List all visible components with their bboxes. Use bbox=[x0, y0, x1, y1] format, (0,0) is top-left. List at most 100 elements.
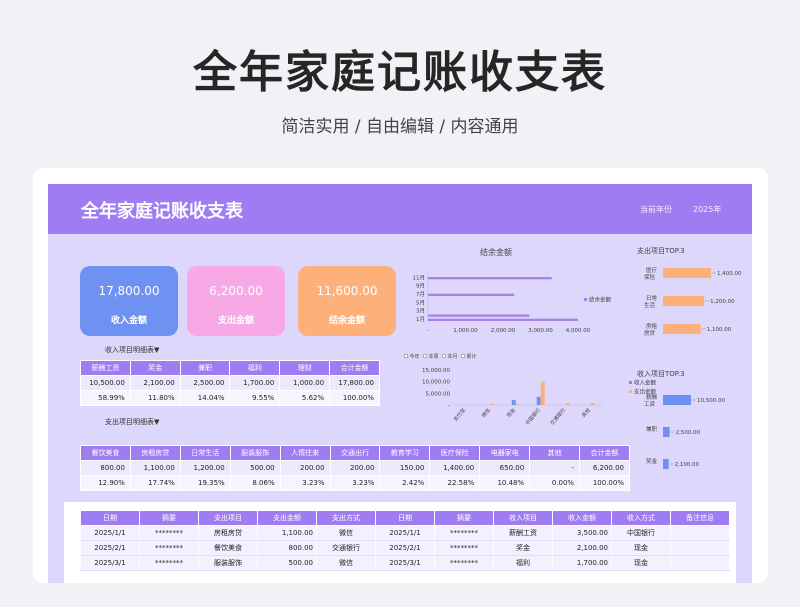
expense-header-cell: 服装服饰 bbox=[229, 445, 281, 461]
period-radio-icon[interactable] bbox=[403, 353, 409, 359]
income-top3-chart: 薪酬工资 10,500.00 兼职 2,500.00 奖金 2,100.00 bbox=[644, 393, 725, 469]
category-label: 支付宝 bbox=[452, 407, 467, 423]
legend-swatch bbox=[629, 381, 632, 384]
expense-ratio-cell: 17.74% bbox=[129, 475, 181, 491]
income-header-cell: 合计金额 bbox=[329, 360, 380, 376]
expense-amount-cell: 150.00 bbox=[379, 460, 431, 476]
expense-header-cell: 电器家电 bbox=[479, 445, 531, 461]
expense-header-cell: 教育学习 bbox=[379, 445, 431, 461]
category-label: 其他 bbox=[580, 407, 592, 419]
expense-header-cell: 医疗保险 bbox=[429, 445, 481, 461]
data-label: 1,100.00 bbox=[707, 327, 732, 333]
expense-amount-cell: 1,400.00 bbox=[429, 460, 481, 476]
ledger-cell: 交通银行 bbox=[316, 540, 376, 556]
ledger-cell bbox=[670, 525, 730, 541]
category-label: 薪酬 bbox=[646, 393, 658, 401]
period-radio-icon[interactable] bbox=[460, 353, 466, 359]
balance-bar bbox=[428, 293, 515, 296]
expense-top3-chart: 医疗保险 1,400.00 日常生活 1,200.00 房租房贷 1,100.00 bbox=[644, 266, 742, 337]
category-label: 房租 bbox=[646, 322, 658, 330]
top3-bar bbox=[663, 324, 701, 334]
income-ratio-row: 58.99% 11.80% 14.04% 9.55% 5.62% 100.00% bbox=[80, 390, 380, 406]
tick-label: 10,000.00 bbox=[422, 380, 450, 386]
expense-top3-title: 支出项目TOP.3 bbox=[637, 247, 685, 255]
ledger-cell bbox=[670, 555, 730, 571]
expense-header-cell: 餐饮美食 bbox=[80, 445, 131, 461]
balance-chart-title: 结余金额 bbox=[480, 248, 512, 257]
ledger-cell: 服装服饰 bbox=[198, 555, 258, 571]
period-radio-label: 累计 bbox=[467, 353, 477, 360]
expense-amount-cell: - bbox=[529, 460, 581, 476]
ledger-cell: 1,700.00 bbox=[552, 555, 612, 571]
category-label: 7月 bbox=[416, 291, 425, 298]
income-top3-title: 收入项目TOP.3 bbox=[637, 370, 685, 378]
expense-bar bbox=[490, 403, 495, 405]
table-row[interactable]: 2025/2/1 ******** 餐饮美食 800.00 交通银行 2025/2/1 **… bbox=[80, 540, 730, 556]
income-detail-dropdown[interactable]: 收入项目明细表▼ bbox=[105, 345, 159, 355]
ledger-cell: 现金 bbox=[611, 555, 671, 571]
ledger-cell: ******** bbox=[139, 540, 199, 556]
expense-amount-row: 800.00 1,100.00 1,200.00 500.00 200.00 200.00… bbox=[80, 460, 630, 476]
income-amount-cell: 2,100.00 bbox=[129, 375, 181, 391]
expense-header-cell: 其他 bbox=[529, 445, 581, 461]
top3-bar bbox=[663, 427, 670, 437]
income-header-cell: 理财 bbox=[279, 360, 331, 376]
sheet-banner: 全年家庭记账收支表 当前年份 2025年 bbox=[48, 184, 752, 234]
ledger-area: 日期 摘要 支出项目 支出金额 支出方式 日期 摘要 收入项目 收入金额 收入方式 备注信息 2025… bbox=[64, 502, 736, 583]
ledger-cell: 2,100.00 bbox=[552, 540, 612, 556]
ledger-cell: 2025/3/1 bbox=[375, 555, 435, 571]
income-header-cell: 兼职 bbox=[179, 360, 231, 376]
ledger-cell: 2025/2/1 bbox=[80, 540, 140, 556]
expense-ratio-cell: 3.23% bbox=[329, 475, 381, 491]
table-row[interactable]: 2025/1/1 ******** 房租房贷 1,100.00 微信 2025/1/1 **… bbox=[80, 525, 730, 541]
period-radio-label: 本周 bbox=[429, 353, 439, 360]
tick-label: 2,000.00 bbox=[491, 328, 516, 334]
income-amount-cell: 17,800.00 bbox=[329, 375, 380, 391]
ledger-cell: 2025/2/1 bbox=[375, 540, 435, 556]
period-radio-icon[interactable] bbox=[441, 353, 447, 359]
income-ratio-cell: 9.55% bbox=[229, 390, 281, 406]
expense-amount-cell: 800.00 bbox=[80, 460, 131, 476]
expense-amount-cell: 200.00 bbox=[329, 460, 381, 476]
year-value[interactable]: 2025年 bbox=[693, 204, 721, 215]
expense-ratio-cell: 8.06% bbox=[229, 475, 281, 491]
ledger-cell: ******** bbox=[139, 555, 199, 571]
expense-amount-cell: 6,200.00 bbox=[579, 460, 630, 476]
category-label: 工资 bbox=[644, 400, 656, 408]
data-label: 10,500.00 bbox=[697, 398, 725, 404]
ledger-header-cell: 收入金额 bbox=[552, 510, 612, 526]
ledger-header-cell: 收入方式 bbox=[611, 510, 671, 526]
expense-detail-dropdown[interactable]: 支出项目明细表▼ bbox=[105, 417, 159, 427]
top3-bar bbox=[663, 296, 705, 306]
tick-label: 1,000.00 bbox=[453, 328, 478, 334]
expense-ratio-row: 12.90% 17.74% 19.35% 8.06% 3.23% 3.23% 2.42% 22… bbox=[80, 475, 630, 491]
income-header-cell: 薪酬工资 bbox=[80, 360, 131, 376]
kpi-balance-label: 结余金额 bbox=[328, 316, 365, 326]
expense-ratio-cell: 2.42% bbox=[379, 475, 431, 491]
income-amount-cell: 2,500.00 bbox=[179, 375, 231, 391]
year-label: 当前年份 bbox=[640, 205, 672, 214]
expense-bar bbox=[515, 404, 520, 405]
category-label: 奖金 bbox=[646, 457, 658, 465]
income-bar bbox=[536, 396, 541, 405]
ledger-table: 日期 摘要 支出项目 支出金额 支出方式 日期 摘要 收入项目 收入金额 收入方式 备注信息 2025… bbox=[80, 510, 730, 571]
expense-ratio-cell: 0.00% bbox=[529, 475, 581, 491]
expense-header-cell: 房租房贷 bbox=[129, 445, 181, 461]
data-label: 1,200.00 bbox=[710, 299, 735, 305]
ledger-cell: 餐饮美食 bbox=[198, 540, 258, 556]
page-title: 全年家庭记账收支表 bbox=[193, 47, 607, 98]
tick-label: - bbox=[448, 403, 450, 409]
table-row[interactable]: 2025/3/1 ******** 服装服饰 500.00 微信 2025/3/1 ****… bbox=[80, 555, 730, 571]
category-label: 5月 bbox=[416, 299, 425, 306]
ledger-cell: ******** bbox=[434, 525, 494, 541]
kpi-expense-value: 6,200.00 bbox=[209, 284, 263, 298]
balance-chart: 1月3月 5月7月9月 11月 - 1,000.00 2,000.00 3,000.00 4,… bbox=[413, 272, 612, 334]
expense-bar bbox=[590, 403, 595, 405]
kpi-income-value: 17,800.00 bbox=[98, 284, 160, 298]
income-amount-cell: 1,700.00 bbox=[229, 375, 281, 391]
expense-ratio-cell: 100.00% bbox=[579, 475, 630, 491]
ledger-header-cell: 日期 bbox=[80, 510, 140, 526]
period-radio-icon[interactable] bbox=[422, 353, 428, 359]
ledger-cell: 500.00 bbox=[257, 555, 317, 571]
ledger-cell: 1,100.00 bbox=[257, 525, 317, 541]
